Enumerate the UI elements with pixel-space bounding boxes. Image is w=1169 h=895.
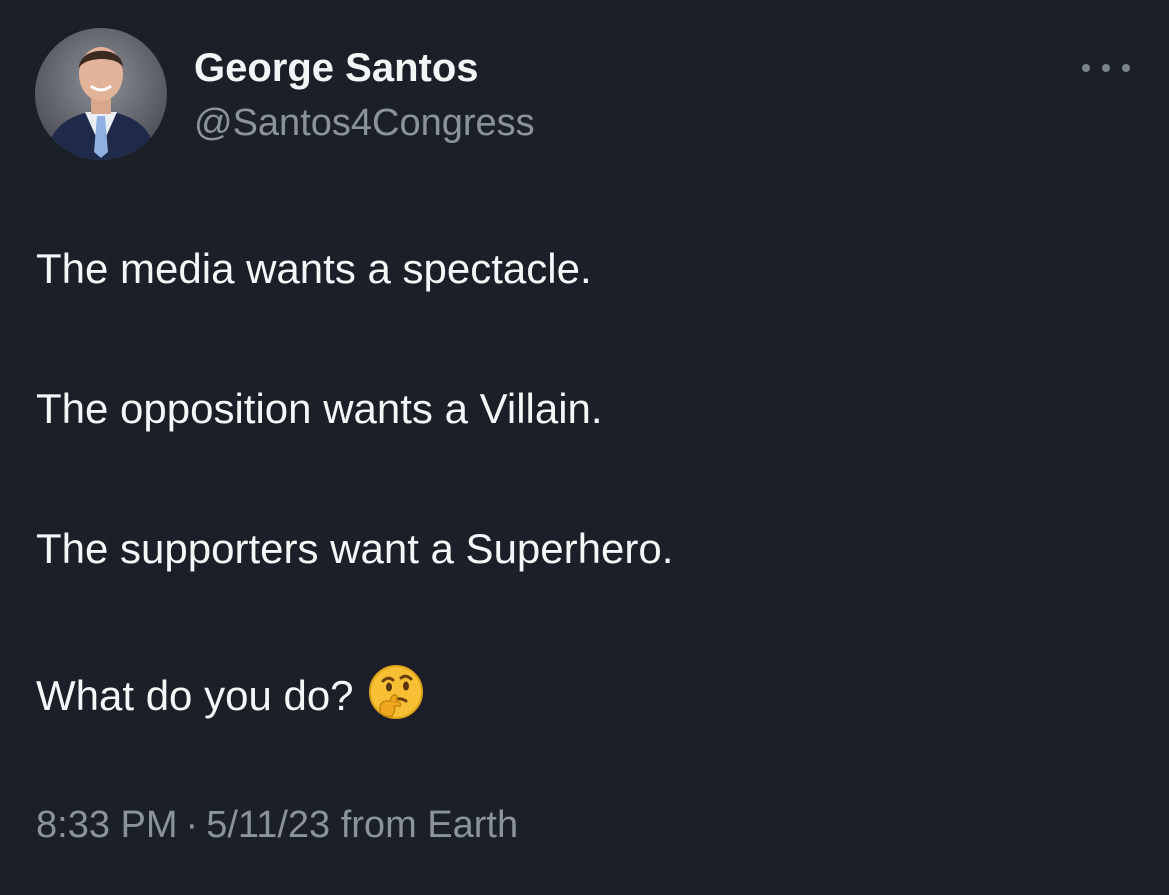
avatar[interactable] bbox=[35, 28, 167, 160]
tweet-line: What do you do? bbox=[36, 664, 1136, 719]
tweet-source: from Earth bbox=[340, 804, 519, 846]
tweet-line: The opposition wants a Villain. bbox=[36, 385, 603, 432]
thinking-face-emoji-icon bbox=[368, 665, 423, 719]
tweet-date[interactable]: 5/11/23 bbox=[206, 804, 330, 846]
author-handle[interactable]: @Santos4Congress bbox=[194, 100, 535, 146]
tweet-line: The media wants a spectacle. bbox=[36, 245, 592, 292]
meta-separator: · bbox=[185, 804, 199, 846]
more-options-button[interactable] bbox=[1082, 54, 1130, 82]
tweet-text: The media wants a spectacle. The opposit… bbox=[36, 244, 1136, 719]
more-horizontal-icon bbox=[1082, 64, 1090, 72]
author-name[interactable]: George Santos bbox=[194, 44, 479, 92]
tweet-card: George Santos @Santos4Congress The media… bbox=[0, 0, 1169, 895]
tweet-time[interactable]: 8:33 PM bbox=[36, 804, 178, 846]
tweet-line-text: What do you do? bbox=[36, 672, 354, 719]
avatar-photo bbox=[35, 28, 167, 160]
more-horizontal-icon bbox=[1102, 64, 1110, 72]
more-horizontal-icon bbox=[1122, 64, 1130, 72]
tweet-line: The supporters want a Superhero. bbox=[36, 525, 674, 572]
tweet-metadata: 8:33 PM · 5/11/23 from Earth bbox=[36, 802, 518, 848]
